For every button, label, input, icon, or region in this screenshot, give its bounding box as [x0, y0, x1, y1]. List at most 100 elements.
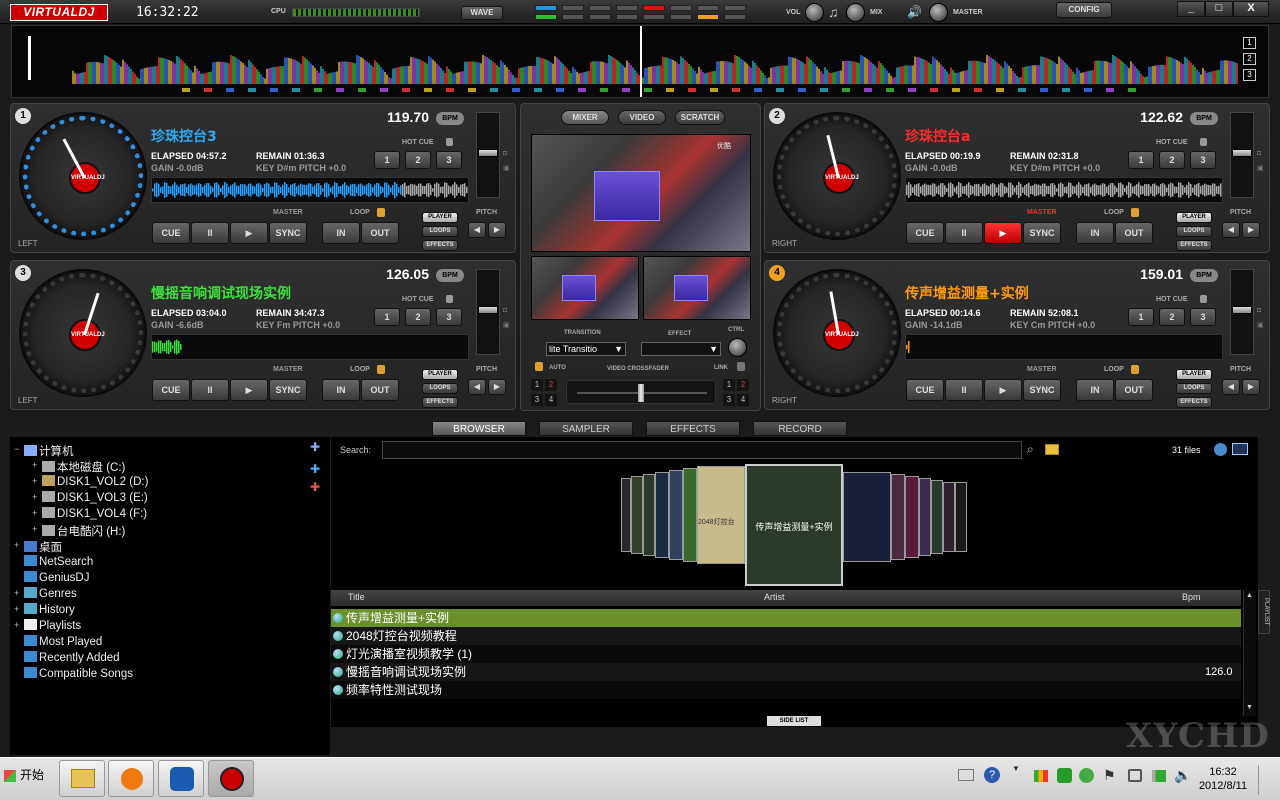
layout-slot[interactable]: [643, 5, 665, 11]
cover-thumb[interactable]: [683, 468, 697, 562]
shield-icon[interactable]: [1079, 768, 1094, 783]
play-button[interactable]: ▶: [230, 222, 268, 244]
transition-select[interactable]: lite Transitio ▼: [546, 342, 626, 356]
loop-out-button[interactable]: OUT: [1115, 222, 1153, 244]
tab-video[interactable]: VIDEO: [618, 110, 666, 125]
player-button[interactable]: PLAYER: [422, 369, 458, 380]
loop-out-button[interactable]: OUT: [1115, 379, 1153, 401]
play-button[interactable]: ▶: [230, 379, 268, 401]
jog-wheel[interactable]: VIRTUALDJ: [773, 112, 901, 240]
crossfader-left-2[interactable]: 2: [545, 379, 557, 391]
track-row[interactable]: 频率特性测试现场: [331, 681, 1241, 699]
bpm-button[interactable]: BPM: [436, 112, 464, 125]
pitch-down-button[interactable]: ◀: [1222, 379, 1240, 395]
cover-thumb[interactable]: [621, 478, 631, 552]
cover-flow[interactable]: 2048灯控台 传声增益测量+实例: [331, 460, 1258, 588]
tree-item[interactable]: History: [24, 603, 75, 616]
hot-cue-2[interactable]: 2: [1159, 151, 1185, 169]
hot-cue-3[interactable]: 3: [436, 308, 462, 326]
pause-button[interactable]: II: [191, 379, 229, 401]
lock-icon[interactable]: ▣: [1257, 164, 1264, 172]
tray-app-icon[interactable]: [1057, 768, 1072, 783]
hot-cue-2[interactable]: 2: [1159, 308, 1185, 326]
tree-item[interactable]: 本地磁盘 (C:): [42, 459, 125, 475]
expand-toggle[interactable]: +: [14, 604, 19, 614]
pitch-reset-icon[interactable]: ◘: [1257, 150, 1261, 157]
headphone-icon[interactable]: ♫: [828, 4, 839, 20]
crossfader-right-4[interactable]: 4: [737, 394, 749, 406]
layout-slot[interactable]: [670, 14, 692, 20]
add-playlist-icon[interactable]: ✚: [310, 480, 320, 494]
folder-icon[interactable]: [1045, 444, 1059, 455]
keyboard-icon[interactable]: [958, 769, 974, 781]
loop-out-button[interactable]: OUT: [361, 222, 399, 244]
layout-slot[interactable]: [616, 14, 638, 20]
play-button[interactable]: ▶: [984, 379, 1022, 401]
tree-item[interactable]: Recently Added: [24, 651, 120, 664]
wave-button[interactable]: WAVE: [461, 6, 503, 20]
tab-mixer[interactable]: MIXER: [561, 110, 609, 125]
tree-item[interactable]: Most Played: [24, 635, 102, 648]
signal-icon[interactable]: [1034, 770, 1048, 782]
tree-item[interactable]: 台电酷闪 (H:): [42, 523, 125, 539]
lock-icon[interactable]: [1131, 365, 1139, 374]
taskbar-media-player[interactable]: [108, 760, 154, 797]
expand-toggle[interactable]: +: [32, 460, 37, 470]
pitch-reset-icon[interactable]: ◘: [503, 307, 507, 314]
layout-slot[interactable]: [724, 5, 746, 11]
pitch-up-button[interactable]: ▶: [1242, 379, 1260, 395]
minimize-button[interactable]: _: [1177, 1, 1205, 17]
cover-thumb[interactable]: [631, 476, 643, 554]
fader-handle[interactable]: [478, 306, 498, 314]
loop-in-button[interactable]: IN: [1076, 379, 1114, 401]
cover-thumb[interactable]: [919, 478, 931, 556]
hot-cue-1[interactable]: 1: [374, 308, 400, 326]
deck-waveform[interactable]: [151, 334, 469, 360]
jog-wheel[interactable]: VIRTUALDJ: [773, 269, 901, 397]
lock-icon[interactable]: [737, 362, 745, 371]
crossfader-left-4[interactable]: 4: [545, 394, 557, 406]
crossfader-left-1[interactable]: 1: [531, 379, 543, 391]
play-button[interactable]: ▶: [984, 222, 1022, 244]
deck-waveform[interactable]: [151, 177, 469, 203]
effects-button[interactable]: EFFECTS: [422, 240, 458, 251]
cover-thumb[interactable]: [931, 480, 943, 554]
usb-icon[interactable]: [1128, 769, 1142, 782]
hot-cue-3[interactable]: 3: [1190, 308, 1216, 326]
cover-thumb[interactable]: [943, 482, 955, 552]
track-row[interactable]: 慢摇音响调试现场实例 126.0: [331, 663, 1241, 681]
sync-button[interactable]: SYNC: [1023, 222, 1061, 244]
pitch-up-button[interactable]: ▶: [1242, 222, 1260, 238]
pause-button[interactable]: II: [945, 379, 983, 401]
pitch-reset-icon[interactable]: ◘: [1257, 307, 1261, 314]
track-row[interactable]: 灯光演播室视频教学 (1): [331, 645, 1241, 663]
pause-button[interactable]: II: [191, 222, 229, 244]
lock-icon[interactable]: ▣: [1257, 321, 1264, 329]
sync-button[interactable]: SYNC: [1023, 379, 1061, 401]
track-list-scrollbar[interactable]: ▲ ▼: [1243, 590, 1256, 716]
cue-button[interactable]: CUE: [906, 222, 944, 244]
layout-slot[interactable]: [562, 5, 584, 11]
deck-waveform[interactable]: [905, 334, 1223, 360]
lock-icon[interactable]: [1200, 295, 1207, 303]
track-row[interactable]: 2048灯控台视频教程: [331, 627, 1241, 645]
taskbar-virtualdj[interactable]: [208, 760, 254, 797]
layout-slot[interactable]: [616, 5, 638, 11]
expand-toggle[interactable]: +: [14, 540, 19, 550]
expand-toggle[interactable]: +: [14, 620, 19, 630]
cover-thumb[interactable]: 2048灯控台: [697, 466, 745, 564]
loops-button[interactable]: LOOPS: [1176, 226, 1212, 237]
bpm-button[interactable]: BPM: [1190, 269, 1218, 282]
cue-button[interactable]: CUE: [906, 379, 944, 401]
bpm-button[interactable]: BPM: [1190, 112, 1218, 125]
cover-thumb[interactable]: [843, 472, 891, 562]
add-favorite-icon[interactable]: ✚: [310, 462, 320, 476]
hot-cue-1[interactable]: 1: [374, 151, 400, 169]
loop-in-button[interactable]: IN: [322, 379, 360, 401]
hot-cue-1[interactable]: 1: [1128, 151, 1154, 169]
tree-item[interactable]: NetSearch: [24, 555, 93, 568]
expand-toggle[interactable]: +: [32, 508, 37, 518]
layout-slot[interactable]: [535, 14, 557, 20]
tree-item[interactable]: Playlists: [24, 619, 81, 632]
fader-handle[interactable]: [1232, 149, 1252, 157]
